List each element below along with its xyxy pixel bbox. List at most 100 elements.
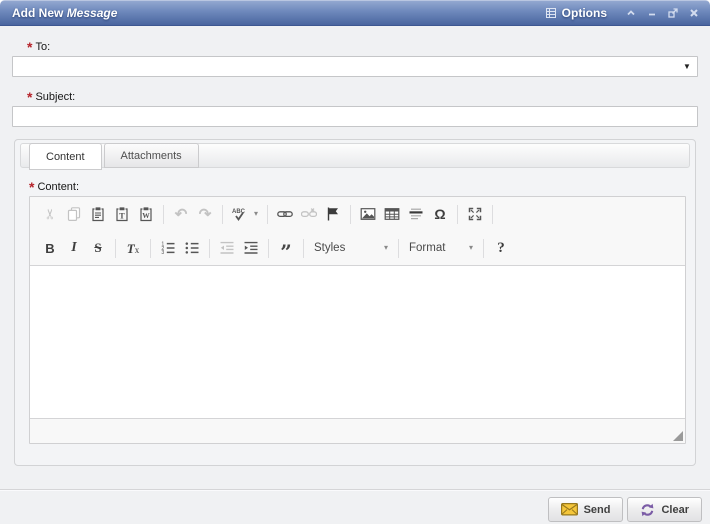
- spell-check-button[interactable]: ABC ▾: [228, 202, 262, 226]
- editor-toolbar: ✂: [30, 197, 685, 266]
- copy-icon: [66, 206, 82, 222]
- tab-attachments[interactable]: Attachments: [104, 143, 199, 168]
- subject-input[interactable]: [12, 106, 698, 127]
- paste-from-word-icon: W: [138, 206, 154, 222]
- styles-dropdown[interactable]: Styles ▾: [309, 236, 393, 260]
- svg-text:ABC: ABC: [232, 209, 246, 215]
- redo-icon: ↷: [199, 207, 212, 222]
- bold-icon: B: [45, 241, 54, 256]
- remove-format-icon: Tx: [127, 242, 139, 255]
- editor-content-area[interactable]: [30, 266, 685, 418]
- numbered-list-button[interactable]: 123: [156, 236, 180, 260]
- add-new-message-dialog: Add New Message Options: [0, 0, 710, 524]
- decrease-indent-icon: [219, 240, 235, 256]
- toolbar-separator: [267, 205, 268, 224]
- clear-refresh-icon: [640, 503, 655, 517]
- options-button-label: Options: [562, 6, 607, 20]
- combo-caret-icon: ▼: [683, 63, 691, 71]
- maximize-button[interactable]: [463, 202, 487, 226]
- link-button[interactable]: [273, 202, 297, 226]
- block-quote-button[interactable]: ”: [274, 236, 298, 260]
- paste-button[interactable]: [86, 202, 110, 226]
- paste-plain-text-icon: T: [114, 206, 130, 222]
- about-button[interactable]: ?: [489, 236, 513, 260]
- close-button[interactable]: [687, 6, 701, 20]
- tab-strip: Content Attachments: [20, 143, 690, 168]
- remove-format-button[interactable]: Tx: [121, 236, 145, 260]
- to-dropdown-trigger[interactable]: ▼: [677, 57, 697, 76]
- toolbar-row-1: ✂: [30, 197, 685, 231]
- clear-button[interactable]: Clear: [627, 497, 702, 522]
- table-button[interactable]: [380, 202, 404, 226]
- toolbar-separator: [163, 205, 164, 224]
- subject-field: [12, 106, 698, 127]
- image-icon: [360, 206, 376, 222]
- paste-from-word-button[interactable]: W: [134, 202, 158, 226]
- restore-button[interactable]: [666, 6, 680, 20]
- redo-button: ↷: [193, 202, 217, 226]
- svg-text:W: W: [142, 211, 150, 220]
- to-combobox: ▼: [12, 56, 698, 77]
- block-quote-icon: ”: [280, 248, 292, 256]
- options-button[interactable]: Options: [545, 6, 607, 20]
- omega-icon: Ω: [434, 206, 445, 222]
- horizontal-line-button[interactable]: [404, 202, 428, 226]
- remove-format-t: T: [127, 242, 135, 255]
- decrease-indent-button: [215, 236, 239, 260]
- rich-text-editor: ✂: [29, 196, 686, 444]
- to-label: *To:: [27, 39, 698, 52]
- remove-format-x: x: [135, 246, 140, 255]
- anchor-flag-icon: [325, 206, 341, 222]
- undo-button: ↶: [169, 202, 193, 226]
- toolbar-separator: [268, 239, 269, 258]
- window-controls: [624, 6, 701, 20]
- toolbar-row-2: B I S Tx: [30, 231, 685, 265]
- dialog-titlebar[interactable]: Add New Message Options: [0, 0, 710, 26]
- send-envelope-icon: [561, 503, 578, 516]
- bulleted-list-button[interactable]: [180, 236, 204, 260]
- copy-button: [62, 202, 86, 226]
- anchor-flag-button[interactable]: [321, 202, 345, 226]
- tab-content[interactable]: Content: [29, 143, 102, 170]
- italic-button[interactable]: I: [62, 236, 86, 260]
- send-button[interactable]: Send: [548, 497, 624, 522]
- required-asterisk: *: [27, 39, 32, 55]
- to-label-text: To:: [35, 41, 50, 53]
- paste-icon: [90, 206, 106, 222]
- help-icon: ?: [497, 240, 505, 257]
- editor-status-bar: [30, 418, 685, 443]
- strikethrough-button[interactable]: S: [86, 236, 110, 260]
- message-tab-panel: Content Attachments *Content: ✂: [14, 139, 696, 466]
- minimize-button[interactable]: [645, 6, 659, 20]
- format-dropdown[interactable]: Format ▾: [404, 236, 478, 260]
- clear-button-label: Clear: [661, 504, 689, 516]
- toolbar-separator: [209, 239, 210, 258]
- horizontal-line-icon: [408, 206, 424, 222]
- special-character-button[interactable]: Ω: [428, 202, 452, 226]
- dialog-title-emphasis: Message: [67, 6, 118, 20]
- spell-check-caret-icon: ▾: [254, 210, 258, 218]
- collapse-button[interactable]: [624, 6, 638, 20]
- format-caret-icon: ▾: [469, 244, 473, 252]
- footer-toolbar: Send Clear: [0, 489, 710, 522]
- cut-icon: ✂: [43, 208, 57, 220]
- dialog-title-prefix: Add New: [12, 6, 63, 20]
- undo-icon: ↶: [175, 207, 188, 222]
- toolbar-separator: [222, 205, 223, 224]
- toolbar-separator: [483, 239, 484, 258]
- bold-button[interactable]: B: [38, 236, 62, 260]
- to-input[interactable]: [12, 56, 698, 77]
- increase-indent-icon: [243, 240, 259, 256]
- styles-caret-icon: ▾: [384, 244, 388, 252]
- paste-plain-text-button[interactable]: T: [110, 202, 134, 226]
- toolbar-separator: [398, 239, 399, 258]
- italic-icon: I: [71, 240, 76, 256]
- subject-label-text: Subject:: [35, 91, 75, 103]
- toolbar-separator: [115, 239, 116, 258]
- increase-indent-button[interactable]: [239, 236, 263, 260]
- editor-resize-grip[interactable]: [673, 431, 683, 441]
- image-button[interactable]: [356, 202, 380, 226]
- toolbar-separator: [303, 239, 304, 258]
- bulleted-list-icon: [184, 240, 200, 256]
- spell-check-icon: ABC: [232, 207, 250, 222]
